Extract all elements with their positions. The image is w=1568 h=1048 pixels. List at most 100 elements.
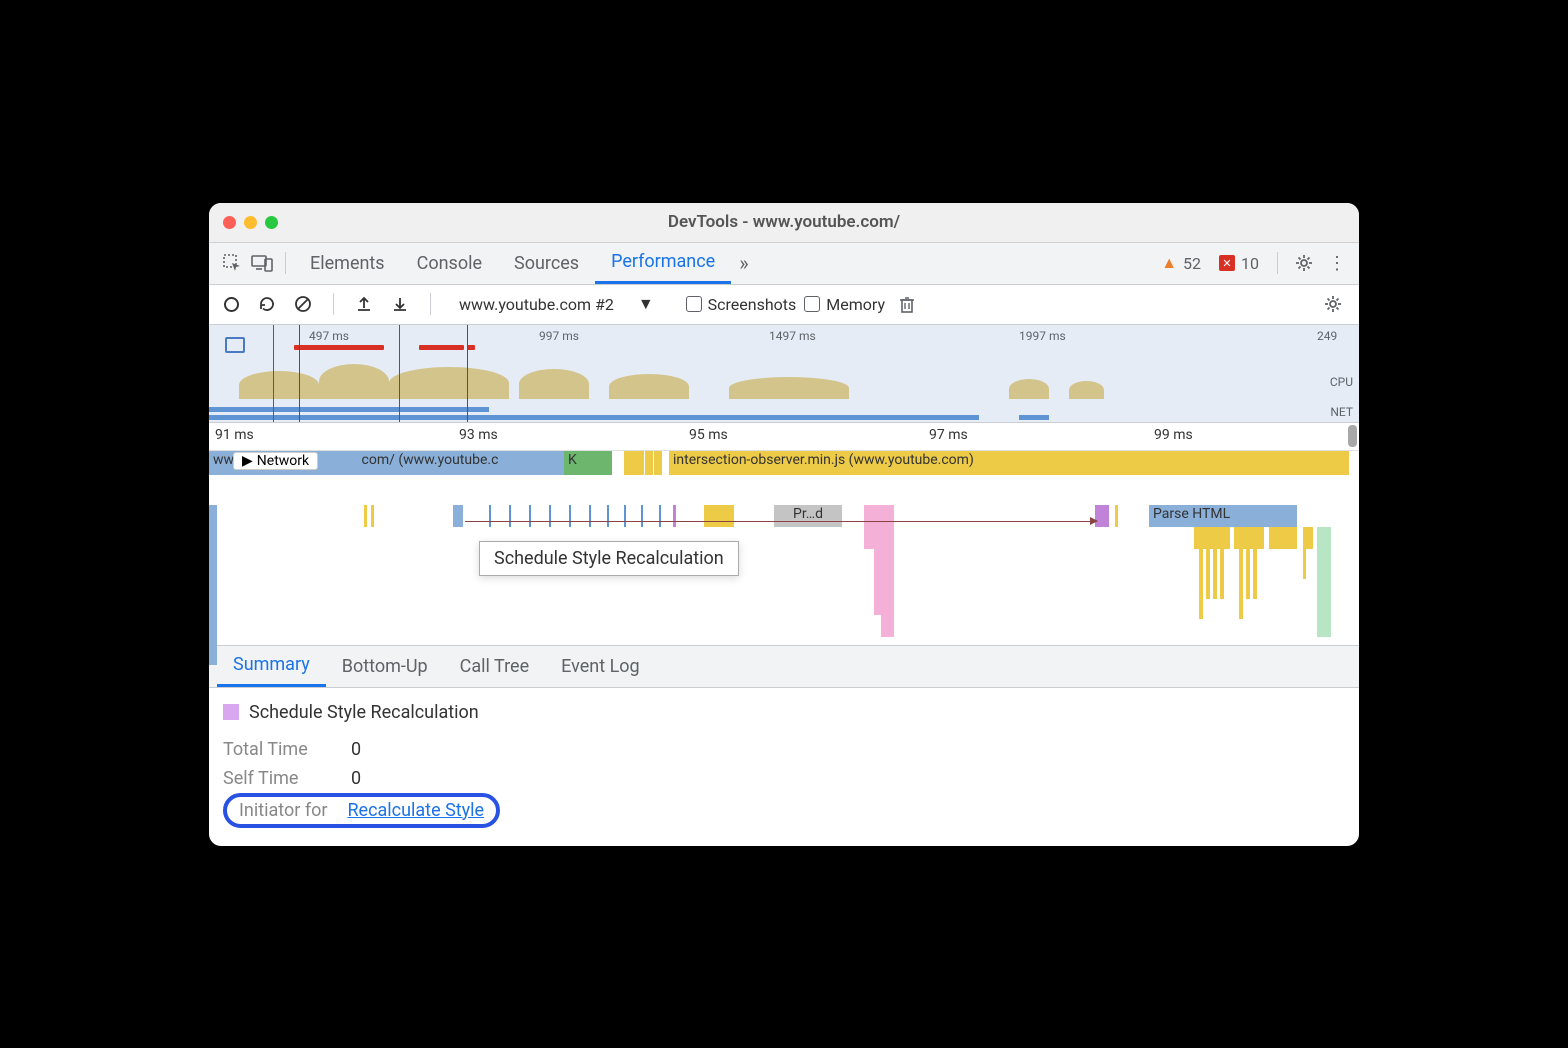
flame-bar[interactable] (659, 505, 661, 527)
initiator-arrow (465, 521, 1097, 522)
flame-bar[interactable] (654, 451, 662, 475)
flame-bar[interactable] (1213, 549, 1217, 599)
inspect-element-icon[interactable] (217, 248, 247, 278)
event-title: Schedule Style Recalculation (249, 702, 479, 723)
flame-bar[interactable] (509, 505, 511, 527)
flame-bar[interactable] (1199, 549, 1203, 619)
issue-counts[interactable]: ▲ 52 ✕ 10 (1161, 253, 1259, 273)
flame-bar[interactable] (1253, 549, 1257, 599)
overview-bar (467, 345, 475, 350)
flame-bar[interactable] (1115, 505, 1118, 527)
flame-bar[interactable] (209, 505, 217, 665)
flame-bar[interactable] (864, 505, 894, 527)
flame-bar[interactable] (589, 505, 591, 527)
marker-line (467, 325, 468, 422)
more-menu-icon[interactable]: ⋮ (1322, 253, 1351, 274)
flame-bar[interactable] (624, 451, 644, 475)
flame-bar[interactable] (1246, 549, 1250, 599)
flame-bar[interactable] (569, 505, 571, 527)
close-window-button[interactable] (223, 216, 236, 229)
record-button[interactable] (217, 290, 245, 318)
tab-event-log[interactable]: Event Log (545, 645, 656, 687)
tab-summary[interactable]: Summary (217, 645, 326, 687)
flame-bar[interactable]: intersection-observer.min.js (www.youtub… (669, 451, 1349, 475)
flame-bar[interactable] (1234, 527, 1264, 549)
flame-bar[interactable] (529, 505, 531, 527)
flame-bar[interactable] (874, 593, 894, 615)
window-title: DevTools - www.youtube.com/ (668, 212, 900, 232)
overview-tick: 249 (1317, 329, 1337, 343)
flame-bar[interactable] (704, 505, 734, 527)
memory-checkbox[interactable]: Memory (804, 295, 885, 314)
error-count: 10 (1241, 254, 1259, 273)
settings-icon[interactable] (1286, 253, 1322, 273)
flame-row: ww com/ (www.youtube.c ▶ Network K inter… (209, 451, 1359, 475)
devtools-window: DevTools - www.youtube.com/ Elements Con… (209, 203, 1359, 846)
flame-bar[interactable]: Pr…d (774, 505, 842, 527)
timeline-zone[interactable]: 91 ms 93 ms 95 ms 97 ms 99 ms ww com/ (w… (209, 423, 1359, 646)
flame-bar[interactable] (549, 505, 551, 527)
flame-bar[interactable] (1269, 527, 1297, 549)
tab-elements[interactable]: Elements (294, 242, 401, 284)
ruler-tick: 91 ms (215, 427, 254, 443)
flame-bar[interactable] (673, 505, 676, 527)
flame-bar[interactable] (874, 571, 894, 593)
hover-tooltip: Schedule Style Recalculation (479, 541, 739, 576)
flame-bar[interactable] (641, 505, 643, 527)
tab-sources[interactable]: Sources (498, 242, 595, 284)
flame-bar[interactable] (1206, 549, 1210, 599)
flame-bar[interactable] (1239, 549, 1243, 619)
timeline-ruler: 91 ms 93 ms 95 ms 97 ms 99 ms (209, 423, 1359, 451)
flame-bar[interactable] (604, 451, 612, 475)
self-time-row: Self Time 0 (223, 764, 1345, 793)
recording-selector[interactable]: www.youtube.com #2 ▼ (459, 294, 654, 314)
initiator-link[interactable]: Recalculate Style (347, 800, 484, 821)
clear-button[interactable] (289, 290, 317, 318)
scrollbar-thumb[interactable] (1348, 425, 1357, 447)
garbage-collect-icon[interactable] (893, 290, 921, 318)
flame-bar[interactable] (371, 505, 374, 527)
flame-bar[interactable] (1303, 527, 1313, 549)
flame-text: com/ (www.youtube.c (362, 452, 499, 468)
flame-bar[interactable] (453, 505, 463, 527)
parse-html-bar[interactable]: Parse HTML (1149, 505, 1297, 527)
tab-call-tree[interactable]: Call Tree (444, 645, 545, 687)
flame-bar[interactable] (1194, 527, 1230, 549)
warning-icon: ▲ (1161, 253, 1177, 273)
reload-button[interactable] (253, 290, 281, 318)
flame-bar[interactable] (1220, 549, 1224, 599)
flame-bar[interactable] (874, 549, 894, 571)
download-button[interactable] (386, 290, 414, 318)
more-tabs-icon[interactable]: » (731, 242, 756, 284)
upload-button[interactable] (350, 290, 378, 318)
flame-bar[interactable] (489, 505, 491, 527)
recording-name: www.youtube.com #2 (459, 295, 614, 314)
overview-panel[interactable]: 497 ms 997 ms 1497 ms 1997 ms 249 CPU NE… (209, 325, 1359, 423)
network-expand[interactable]: ▶ Network (233, 452, 318, 470)
initiator-label: Initiator for (239, 800, 327, 821)
flame-bar[interactable] (364, 505, 367, 527)
screenshots-checkbox[interactable]: Screenshots (686, 295, 797, 314)
maximize-window-button[interactable] (265, 216, 278, 229)
device-toggle-icon[interactable] (247, 248, 277, 278)
flame-bar[interactable] (607, 505, 609, 527)
flame-bar[interactable] (624, 505, 626, 527)
tab-console[interactable]: Console (401, 242, 498, 284)
divider (1277, 252, 1278, 274)
flame-bar[interactable] (881, 615, 894, 637)
flame-bar[interactable] (864, 527, 894, 549)
flame-bar[interactable] (1303, 549, 1306, 579)
tab-bottom-up[interactable]: Bottom-Up (326, 645, 444, 687)
overview-bar (419, 345, 464, 350)
overview-selection-handle[interactable] (225, 337, 245, 353)
self-time-label: Self Time (223, 768, 323, 789)
flame-bar[interactable]: K (564, 451, 580, 475)
performance-toolbar: www.youtube.com #2 ▼ Screenshots Memory (209, 285, 1359, 325)
total-time-row: Total Time 0 (223, 735, 1345, 764)
minimize-window-button[interactable] (244, 216, 257, 229)
ruler-tick: 95 ms (689, 427, 728, 443)
flame-bar[interactable] (1317, 527, 1331, 637)
flame-bar[interactable] (645, 451, 653, 475)
capture-settings-icon[interactable] (1315, 294, 1351, 314)
tab-performance[interactable]: Performance (595, 242, 731, 284)
